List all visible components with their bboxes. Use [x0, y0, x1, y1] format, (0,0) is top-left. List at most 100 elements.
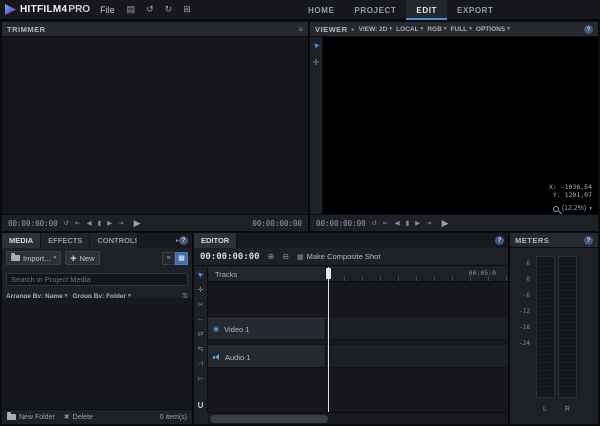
cursor-coordinates: X: -1036,54 Y: 1201,07 [549, 183, 592, 199]
channel-dropdown[interactable]: RGB ▾ [427, 26, 446, 33]
goto-start-icon[interactable]: ⇤ [75, 219, 80, 227]
hand-tool-icon[interactable]: ✛ [313, 58, 320, 67]
play-button[interactable]: ▶ [134, 218, 141, 229]
trimmer-title: TRIMMER [7, 24, 46, 34]
app-window: HITFILM4 PRO File ▤ ↺ ↻ ⊞ HOME PROJECT E… [0, 0, 600, 426]
coordinate-y: Y: 1201,07 [552, 191, 592, 199]
tracks-header: Tracks [208, 267, 326, 282]
delete-button[interactable]: ✖ Delete [63, 413, 93, 422]
options-dropdown[interactable]: OPTIONS ▾ [476, 26, 510, 33]
coordinate-x: X: -1036,54 [548, 183, 592, 191]
tab-home[interactable]: HOME [298, 0, 344, 20]
left-audio-meter [536, 256, 555, 398]
snap-toggle-icon[interactable]: U [198, 401, 204, 410]
step-back-icon[interactable]: ◀ [87, 219, 92, 227]
chevron-right-icon[interactable]: ▸ [352, 26, 355, 33]
select-tool-icon[interactable]: ➤ [310, 40, 321, 51]
slice-tool-icon[interactable]: ✂ [198, 301, 204, 309]
db-scale-label: 0 [526, 276, 530, 283]
list-view-icon[interactable]: ≡ [162, 251, 175, 265]
tab-project[interactable]: PROJECT [344, 0, 406, 20]
search-input[interactable] [6, 273, 188, 286]
trimmer-panel: TRIMMER ≡ 00:00:00:00 ↺ ⇤ ◀ ▮ ▶ ⇥ ▶ 00:0… [1, 21, 309, 232]
playhead-line[interactable] [328, 267, 329, 412]
new-button[interactable]: ✚ New [65, 251, 100, 265]
help-icon[interactable]: ? [495, 236, 504, 245]
import-button[interactable]: Import... ▾ [6, 251, 62, 265]
tab-editor[interactable]: EDITOR [194, 233, 238, 248]
time-ruler[interactable]: 00:05:0 [326, 267, 508, 282]
playhead-handle[interactable] [326, 268, 331, 279]
right-channel-label: R [565, 406, 571, 413]
video-track-lane[interactable] [326, 318, 508, 340]
step-forward-icon[interactable]: ▶ [415, 219, 420, 227]
step-back-icon[interactable]: ◀ [395, 219, 400, 227]
file-menu[interactable]: File [97, 5, 118, 15]
rate-stretch-tool-icon[interactable]: ↔ [197, 316, 204, 323]
app-logo-text: HITFILM4 [20, 4, 68, 15]
goto-end-icon[interactable]: ⇥ [426, 219, 431, 227]
goto-start-icon[interactable]: ⇤ [383, 219, 388, 227]
viewer-current-timecode[interactable]: 00:00:00:00 [316, 219, 366, 228]
loop-icon[interactable]: ↺ [372, 219, 377, 227]
media-toolbar: Import... ▾ ✚ New ≡ ▦ [2, 248, 192, 268]
tab-export[interactable]: EXPORT [447, 0, 504, 20]
tab-controls[interactable]: CONTROLS [90, 233, 139, 248]
stop-icon[interactable]: ▮ [98, 219, 102, 227]
trimmer-current-timecode[interactable]: 00:00:00:00 [8, 219, 58, 228]
media-panel: MEDIA EFFECTS CONTROLS ▸ ? Import... ▾ ✚… [1, 232, 193, 425]
item-count: 0 item(s) [159, 413, 187, 421]
horizontal-scrollbar[interactable] [208, 412, 508, 424]
panel-menu-icon[interactable]: ≡ [298, 25, 303, 34]
tab-media[interactable]: MEDIA [2, 233, 42, 248]
new-folder-button[interactable]: New Folder [7, 412, 55, 421]
viewer-canvas[interactable]: X: -1036,54 Y: 1201,07 (12,2%) ▾ [323, 37, 598, 214]
audio-track-header[interactable]: Audio 1 [208, 346, 326, 368]
make-composite-shot-button[interactable]: ▦ Make Composite Shot [297, 252, 380, 261]
caret-down-icon: ▾ [443, 26, 447, 32]
zoom-out-icon[interactable]: ⊖ [282, 252, 289, 261]
goto-end-icon[interactable]: ⇥ [118, 219, 123, 227]
hand-tool-icon[interactable]: ✛ [198, 286, 204, 294]
redo-icon[interactable]: ↻ [163, 4, 175, 15]
video-track-header[interactable]: ◉ Video 1 [208, 318, 326, 340]
help-icon[interactable]: ? [179, 236, 188, 245]
thumbnail-view-icon[interactable]: ▦ [175, 251, 188, 265]
rolling-edit-tool-icon[interactable]: ⊢ [197, 375, 203, 383]
zoom-in-icon[interactable]: ⊕ [268, 252, 275, 261]
slide-tool-icon[interactable]: ⇆ [198, 345, 204, 353]
editor-timecode[interactable]: 00:00:00:00 [200, 252, 260, 262]
media-list-area[interactable] [2, 298, 192, 409]
select-tool-icon[interactable]: ➤ [195, 269, 206, 280]
trash-icon: ✖ [63, 414, 70, 421]
undo-icon[interactable]: ↺ [144, 4, 156, 15]
magnifier-icon [552, 205, 559, 212]
trimmer-preview-area [2, 37, 308, 214]
help-icon[interactable]: ? [584, 24, 593, 34]
tab-edit[interactable]: EDIT [406, 0, 448, 20]
caret-down-icon: ▾ [507, 26, 510, 32]
media-search-row [2, 268, 192, 289]
speaker-icon[interactable] [213, 353, 220, 361]
editor-body: ➤ ✛ ✂ ↔ ⇄ ⇆ ⊣ ⊢ U Tracks 00:05:0 ◉ Video… [194, 267, 508, 412]
ripple-edit-tool-icon[interactable]: ⊣ [197, 360, 203, 368]
help-icon[interactable]: ? [584, 235, 593, 245]
slip-tool-icon[interactable]: ⇄ [198, 330, 204, 338]
play-button[interactable]: ▶ [442, 218, 449, 229]
zoom-control[interactable]: (12,2%) ▾ [552, 205, 592, 212]
workspace-layout-icon[interactable]: ⊞ [181, 4, 193, 15]
view-mode-dropdown[interactable]: VIEW: 2D ▾ [359, 26, 393, 33]
scrollbar-thumb[interactable] [210, 415, 328, 423]
loop-icon[interactable]: ↺ [64, 219, 69, 227]
tab-effects[interactable]: EFFECTS [41, 233, 91, 248]
visibility-eye-icon[interactable]: ◉ [213, 325, 219, 333]
top-menu-bar: HITFILM4 PRO File ▤ ↺ ↻ ⊞ HOME PROJECT E… [0, 0, 600, 20]
video-track-label: Video 1 [224, 324, 250, 334]
audio-track-lane[interactable] [326, 346, 508, 368]
resolution-dropdown[interactable]: FULL ▾ [451, 26, 472, 33]
save-icon[interactable]: ▤ [125, 4, 138, 15]
caret-down-icon: ▾ [469, 26, 472, 32]
axes-dropdown[interactable]: LOCAL ▾ [396, 26, 423, 33]
step-forward-icon[interactable]: ▶ [107, 219, 112, 227]
stop-icon[interactable]: ▮ [406, 219, 410, 227]
